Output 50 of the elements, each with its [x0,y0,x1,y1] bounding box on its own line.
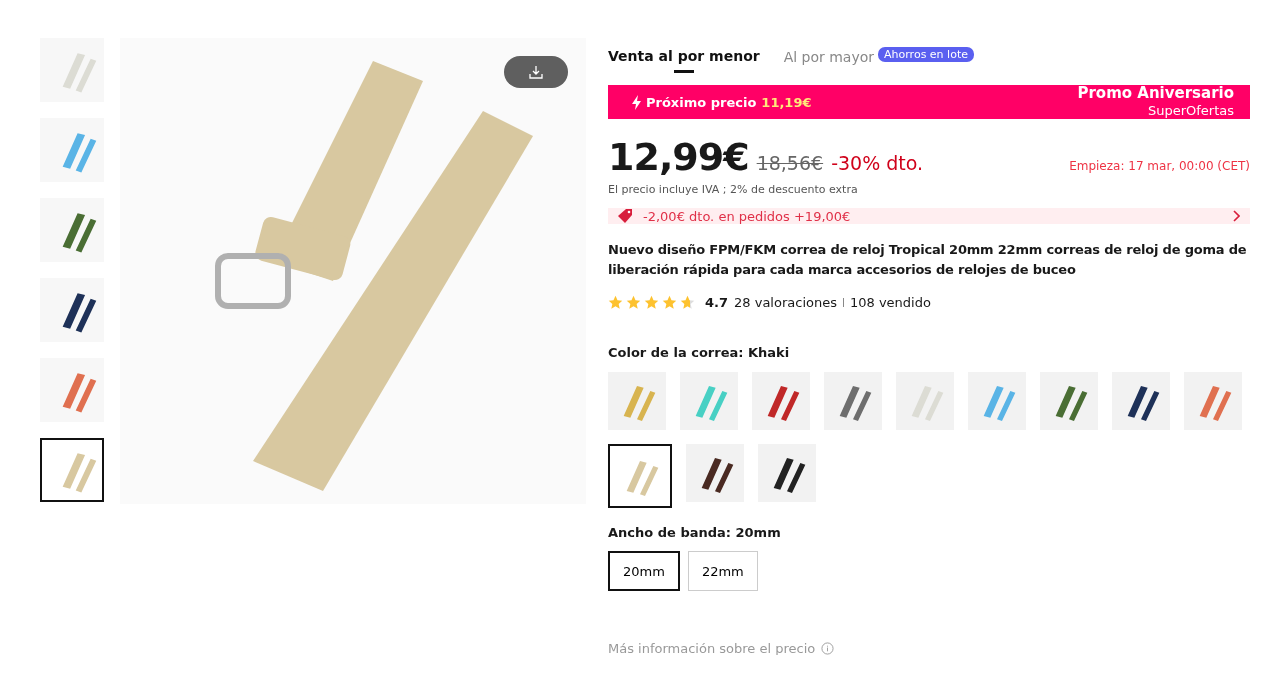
promo-title: Promo Aniversario [1077,85,1234,102]
rating-score: 4.7 [705,295,729,310]
color-swatch[interactable] [758,444,816,502]
thumbnail[interactable] [40,278,104,342]
next-price-label: Próximo precio [646,94,757,110]
savings-badge: Ahorros en lote [878,46,974,62]
product-title: Nuevo diseño FPM/FKM correa de reloj Tropical 20mm 22mm correas de reloj de goma de liberación rápida para cada marca accesorios de relojes de buceo [608,241,1248,279]
star-icon [680,295,695,310]
download-button[interactable] [504,56,568,88]
star-icon [644,295,659,310]
info-icon [821,642,835,655]
discount-label: -30% dto. [831,152,924,174]
coupon-banner[interactable]: -2,00€ dto. en pedidos +19,00€ [608,208,1250,224]
color-swatch[interactable] [680,372,738,430]
next-price: 11,19€ [761,94,812,110]
color-swatch[interactable] [1040,372,1098,430]
color-swatch[interactable] [752,372,810,430]
thumbnail[interactable] [40,358,104,422]
thumbnail[interactable] [40,38,104,102]
star-icon [626,295,641,310]
current-price: 12,99€ [608,135,749,179]
download-icon [529,65,543,79]
coupon-text: -2,00€ dto. en pedidos +19,00€ [643,208,852,224]
color-swatch[interactable] [686,444,744,502]
promo-start-time: Empieza: 17 mar, 00:00 (CET) [1069,159,1250,173]
thumbnail[interactable] [40,118,104,182]
color-swatch[interactable] [896,372,954,430]
lightning-icon [632,94,641,110]
star-icon [608,295,623,310]
original-price: 18,56€ [756,152,824,174]
color-swatch[interactable] [968,372,1026,430]
sold-count: 108 vendido [849,295,931,310]
chevron-right-icon [1232,210,1240,222]
review-count[interactable]: 28 valoraciones [734,295,837,310]
promo-subtitle: SuperOfertas [1147,102,1234,119]
color-swatch[interactable] [1112,372,1170,430]
color-option-label: Color de la correa: Khaki [608,345,791,360]
color-swatch[interactable] [608,444,672,508]
thumbnail[interactable] [40,438,104,502]
color-swatch[interactable] [1184,372,1242,430]
price-note: El precio incluye IVA ; 2% de descuento extra [608,183,859,196]
star-icon [662,295,677,310]
color-swatch[interactable] [824,372,882,430]
tag-icon [618,208,634,224]
sale-tab[interactable]: Al por mayor [783,38,875,76]
thumbnail[interactable] [40,198,104,262]
color-swatch[interactable] [608,372,666,430]
width-option-label: Ancho de banda: 20mm [608,525,782,540]
width-option[interactable]: 22mm [687,551,758,591]
width-option[interactable]: 20mm [608,551,680,591]
